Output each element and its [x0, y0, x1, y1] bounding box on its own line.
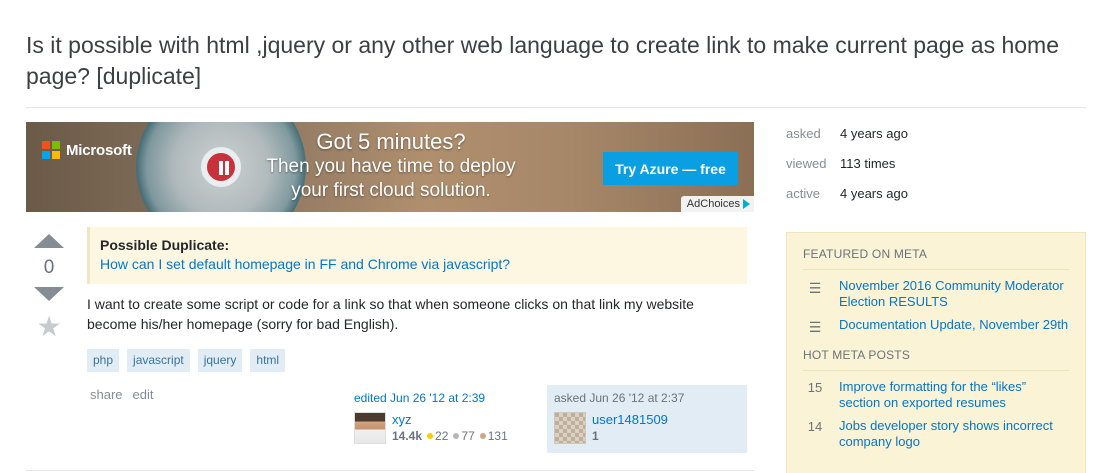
gold-badge-count: 22: [435, 429, 449, 443]
question-stats: asked 4 years ago viewed 113 times activ…: [786, 119, 908, 209]
tag-list: php javascript jquery html: [87, 349, 286, 372]
hot-meta-item: 15 Improve formatting for the “likes” se…: [803, 379, 1069, 411]
bronze-badges: 131: [479, 428, 508, 444]
ad-subline-2: your first cloud solution.: [291, 180, 491, 201]
featured-item: ☰ November 2016 Community Moderator Elec…: [803, 278, 1069, 310]
silver-badge-count: 77: [461, 429, 475, 443]
vote-cell: 0 ★: [26, 230, 72, 341]
featured-meta-heading: FEATURED ON META: [803, 247, 1069, 270]
adchoices-label: AdChoices: [686, 198, 740, 210]
ad-subline-1: Then you have time to deploy: [266, 156, 516, 177]
tag-jquery[interactable]: jquery: [197, 349, 243, 372]
bronze-badge-icon: [479, 433, 486, 439]
microsoft-logo: Microsoft: [42, 141, 132, 159]
reputation-score: 1: [592, 429, 599, 443]
vote-count: 0: [43, 257, 55, 278]
vote-down-icon[interactable]: [34, 287, 64, 301]
editor-signature: edited Jun 26 '12 at 2:39 xyz 14.4k 22 7…: [347, 385, 547, 453]
editor-user: xyz 14.4k 22 77 131: [354, 412, 540, 444]
hot-meta-link[interactable]: Jobs developer story shows incorrect com…: [839, 418, 1069, 450]
hot-meta-count: 15: [807, 380, 823, 395]
owner-details: user1481509 1: [592, 412, 668, 444]
editor-details: xyz 14.4k 22 77 131: [392, 412, 508, 444]
duplicate-link[interactable]: How can I set default homepage in FF and…: [100, 254, 737, 274]
favorite-star-icon[interactable]: ★: [26, 313, 72, 341]
post-divider: [26, 470, 754, 471]
edit-link[interactable]: edit: [133, 387, 154, 402]
silver-badges: 77: [453, 428, 475, 444]
stackexchange-icon: ☰: [808, 280, 822, 296]
hot-meta-item: 14 Jobs developer story shows incorrect …: [803, 418, 1069, 450]
stat-viewed: viewed 113 times: [786, 149, 908, 179]
ad-brand: Microsoft: [66, 141, 132, 159]
ad-clock-face: [201, 147, 241, 187]
question-title[interactable]: Is it possible with html ,jquery or any …: [26, 30, 1086, 92]
bronze-badge-count: 131: [487, 429, 508, 443]
stat-active-label: active: [786, 186, 820, 201]
gold-badge-icon: [427, 433, 434, 439]
owner-name[interactable]: user1481509: [592, 412, 668, 428]
featured-link[interactable]: Documentation Update, November 29th: [839, 317, 1068, 336]
adchoices-icon: [743, 199, 750, 209]
edited-timestamp[interactable]: edited Jun 26 '12 at 2:39: [354, 391, 540, 405]
hot-meta-link[interactable]: Improve formatting for the “likes” secti…: [839, 379, 1069, 411]
gold-badges: 22: [427, 428, 448, 444]
hot-meta-heading: HOT META POSTS: [803, 348, 1069, 371]
duplicate-notice: Possible Duplicate: How can I set defaul…: [87, 227, 747, 284]
avatar[interactable]: [354, 412, 386, 444]
microsoft-squares-icon: [42, 141, 60, 159]
hot-meta-count: 14: [807, 419, 823, 434]
adchoices-link[interactable]: AdChoices: [680, 196, 754, 212]
post-menu: share edit: [90, 387, 154, 402]
editor-name[interactable]: xyz: [392, 412, 508, 428]
featured-item: ☰ Documentation Update, November 29th: [803, 317, 1069, 336]
ad-headline: Got 5 minutes?: [316, 129, 466, 154]
tag-javascript[interactable]: javascript: [127, 349, 190, 372]
tag-php[interactable]: php: [87, 349, 120, 372]
featured-link[interactable]: November 2016 Community Moderator Electi…: [839, 278, 1069, 310]
owner-signature: asked Jun 26 '12 at 2:37 user1481509 1: [547, 385, 747, 453]
stat-asked-label: asked: [786, 126, 821, 141]
stackexchange-icon: ☰: [808, 319, 822, 335]
share-link[interactable]: share: [90, 387, 123, 402]
avatar[interactable]: [554, 412, 586, 444]
stat-viewed-value: 113 times: [840, 156, 896, 171]
ad-copy: Got 5 minutes? Then you have time to dep…: [236, 128, 546, 203]
duplicate-label: Possible Duplicate:: [100, 237, 230, 253]
vote-up-icon[interactable]: [34, 234, 64, 248]
owner-user: user1481509 1: [554, 412, 740, 444]
asked-timestamp: asked Jun 26 '12 at 2:37: [554, 391, 685, 405]
editor-reputation: 14.4k 22 77 131: [392, 428, 508, 444]
silver-badge-icon: [453, 433, 460, 439]
tag-html[interactable]: html: [250, 349, 286, 372]
question-body: I want to create some script or code for…: [87, 296, 694, 332]
stat-viewed-label: viewed: [786, 156, 827, 171]
reputation-score: 14.4k: [392, 429, 423, 443]
try-azure-button[interactable]: Try Azure — free: [603, 152, 738, 185]
stat-active: active 4 years ago: [786, 179, 908, 209]
ad-banner[interactable]: Microsoft Got 5 minutes? Then you have t…: [26, 122, 754, 212]
meta-sidebar-box: FEATURED ON META ☰ November 2016 Communi…: [786, 232, 1086, 473]
title-divider: [26, 107, 1086, 108]
owner-reputation: 1: [592, 428, 668, 444]
stat-asked: asked 4 years ago: [786, 119, 908, 149]
stat-active-value[interactable]: 4 years ago: [840, 179, 908, 209]
stat-asked-value: 4 years ago: [840, 126, 908, 141]
